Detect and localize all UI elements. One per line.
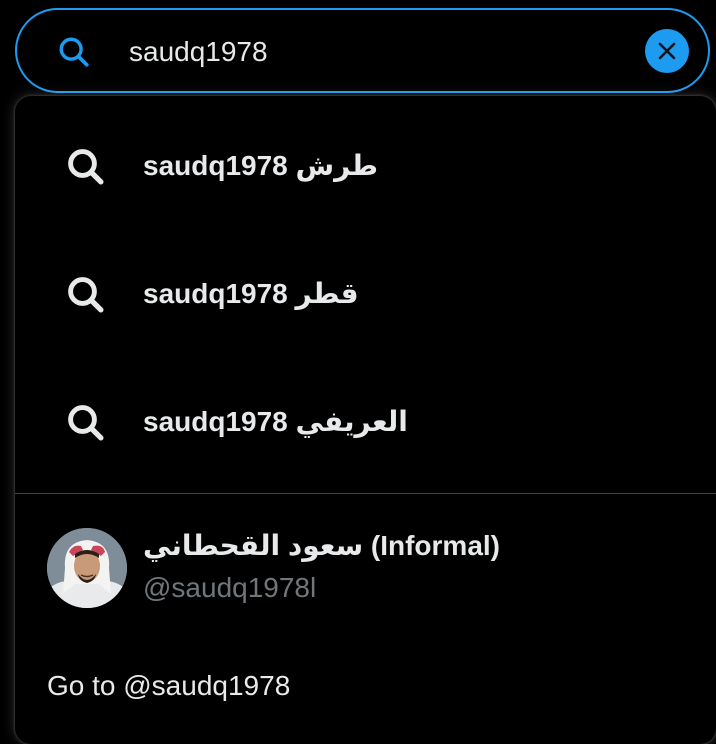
search-input[interactable] xyxy=(129,30,629,74)
user-result-item[interactable]: سعود القحطاني (Informal) @saudq1978l xyxy=(15,504,716,624)
user-display-name: سعود القحطاني (Informal) xyxy=(143,530,501,561)
search-icon xyxy=(65,146,107,188)
suggestion-item[interactable]: saudq1978 العريفي xyxy=(15,356,716,484)
clear-search-button[interactable] xyxy=(645,29,689,73)
search-bar[interactable] xyxy=(15,8,710,93)
user-handle: @saudq1978l xyxy=(143,572,317,603)
close-icon xyxy=(658,42,676,60)
search-icon xyxy=(65,274,107,316)
divider xyxy=(15,493,716,494)
suggestion-text: saudq1978 طرش xyxy=(143,150,378,181)
avatar xyxy=(47,528,127,608)
suggestion-item[interactable]: saudq1978 طرش xyxy=(15,100,716,228)
search-icon xyxy=(57,35,91,69)
search-icon xyxy=(65,402,107,444)
search-suggestions-dropdown: saudq1978 طرش saudq1978 قطر saudq1978 ال… xyxy=(15,96,716,744)
suggestion-text: saudq1978 العريفي xyxy=(143,406,408,437)
go-to-profile-link[interactable]: Go to @saudq1978 xyxy=(47,670,290,702)
suggestion-item[interactable]: saudq1978 قطر xyxy=(15,228,716,356)
suggestion-text: saudq1978 قطر xyxy=(143,278,359,309)
